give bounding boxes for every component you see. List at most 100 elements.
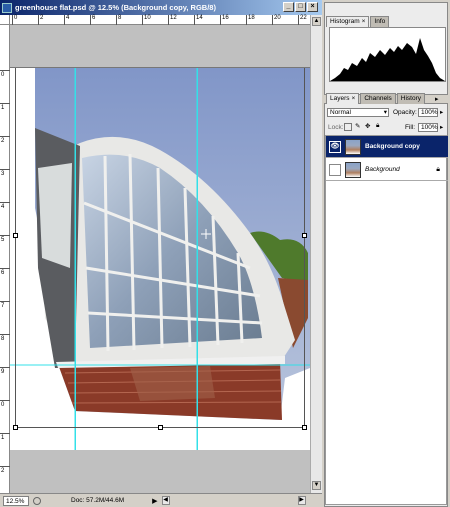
photoshop-doc-icon — [2, 2, 12, 13]
tab-info[interactable]: Info — [370, 16, 390, 27]
ruler-label: 14 — [196, 15, 203, 21]
lock-all-icon[interactable]: 🔒︎ — [376, 122, 379, 130]
blend-mode-select[interactable]: Normal ▾ — [327, 108, 389, 117]
ruler-tick — [0, 70, 10, 71]
ruler-label: 18 — [248, 15, 255, 21]
layer-row-background[interactable]: Background 🔒︎ — [326, 159, 448, 181]
tab-history[interactable]: History — [396, 93, 426, 104]
scroll-down-arrow-icon[interactable]: ▼ — [312, 481, 321, 490]
ruler-label: 22 — [300, 15, 307, 21]
minimize-button[interactable]: _ — [283, 2, 294, 12]
scroll-left-arrow-icon[interactable]: ◀ — [161, 496, 170, 505]
ruler-label: 8 — [1, 336, 5, 342]
ruler-label: 0 — [14, 15, 18, 21]
layer-thumbnail — [345, 161, 361, 178]
status-info-icon[interactable] — [33, 496, 41, 505]
status-bar: 12.5% Doc: 57.2M/44.6M ▶ ◀ ▶ — [0, 493, 322, 507]
tab-channels[interactable]: Channels — [360, 93, 396, 104]
lock-label: Lock: — [328, 124, 344, 131]
ruler-label: 6 — [92, 15, 96, 21]
fill-label: Fill: — [405, 124, 416, 131]
ruler-label: 2 — [1, 468, 5, 474]
opacity-slider-arrow-icon[interactable]: ▸ — [440, 108, 443, 116]
zoom-field[interactable]: 12.5% — [3, 495, 29, 506]
ruler-tick — [0, 466, 10, 467]
ruler-label: 5 — [1, 237, 5, 243]
transform-handle[interactable] — [302, 233, 307, 238]
panels-dock: Histogram× Info ▲ Layers× Channels Histo… — [322, 0, 450, 507]
pasteboard — [10, 25, 310, 68]
maximize-button[interactable]: □ — [295, 2, 306, 12]
tab-histogram[interactable]: Histogram × — [326, 16, 370, 27]
ruler-label: 7 — [1, 303, 5, 309]
ruler-tick — [194, 15, 195, 25]
ruler-tick — [0, 334, 10, 335]
close-tab-icon[interactable]: × — [362, 18, 366, 25]
ruler-tick — [0, 235, 10, 236]
horizontal-ruler[interactable]: 0 2 4 6 8 10 12 14 16 18 20 22 — [0, 15, 310, 25]
layer-name: Background — [365, 166, 400, 173]
ruler-label: 2 — [1, 138, 5, 144]
status-menu-arrow-icon[interactable]: ▶ — [152, 497, 157, 505]
layer-row-background-copy[interactable]: 👁︎ Background copy — [326, 136, 448, 158]
document-title-bar[interactable]: greenhouse flat.psd @ 12.5% (Background … — [0, 0, 322, 15]
ruler-label: 0 — [1, 72, 5, 78]
ruler-tick — [0, 136, 10, 137]
ruler-tick — [0, 433, 10, 434]
ruler-label: 20 — [274, 15, 281, 21]
ruler-tick — [0, 202, 10, 203]
scroll-right-arrow-icon[interactable]: ▶ — [297, 496, 306, 505]
ruler-tick — [116, 15, 117, 25]
ruler-tick — [0, 268, 10, 269]
fill-slider-arrow-icon[interactable]: ▸ — [440, 123, 443, 131]
ruler-label: 4 — [66, 15, 70, 21]
panel-menu-icon[interactable]: ▸ — [435, 95, 439, 103]
transform-handle[interactable] — [302, 425, 307, 430]
transform-handle[interactable] — [13, 233, 18, 238]
ruler-tick — [142, 15, 143, 25]
ruler-tick — [0, 367, 10, 368]
close-button[interactable]: × — [307, 2, 318, 12]
pasteboard — [10, 450, 310, 493]
ruler-tick — [246, 15, 247, 25]
ruler-label: 12 — [170, 15, 177, 21]
ruler-origin[interactable] — [0, 15, 10, 25]
transform-handle[interactable] — [158, 425, 163, 430]
vertical-ruler[interactable]: 0 1 2 3 4 5 6 7 8 9 0 1 2 — [0, 25, 10, 493]
close-tab-icon[interactable]: × — [352, 95, 356, 102]
ruler-tick — [220, 15, 221, 25]
layers-list: 👁︎ Background copy Background 🔒︎ — [325, 135, 448, 505]
document-window: greenhouse flat.psd @ 12.5% (Background … — [0, 0, 322, 507]
ruler-label: 9 — [1, 369, 5, 375]
visibility-eye-icon[interactable]: 👁︎ — [329, 140, 341, 153]
histogram-graph — [329, 27, 446, 82]
layers-tabs: Layers × Channels History — [326, 93, 426, 104]
ruler-label: 8 — [118, 15, 122, 21]
layer-lock-icon: 🔒︎ — [436, 165, 440, 173]
tab-layers[interactable]: Layers × — [326, 93, 360, 104]
ruler-tick — [90, 15, 91, 25]
transform-bounding-box[interactable] — [15, 43, 305, 428]
vertical-scrollbar[interactable]: ▲ ▼ — [310, 15, 322, 493]
ruler-label: 16 — [222, 15, 229, 21]
opacity-field[interactable]: 100% — [418, 108, 438, 117]
ruler-tick — [168, 15, 169, 25]
lock-transparent-icon[interactable] — [344, 123, 352, 131]
ruler-label: 1 — [1, 435, 5, 441]
histogram-chart — [330, 38, 445, 81]
lock-paint-icon[interactable]: ✎ — [355, 122, 360, 130]
scroll-up-arrow-icon[interactable]: ▲ — [312, 17, 321, 26]
histogram-tabs: Histogram × Info — [326, 16, 390, 27]
transform-handle[interactable] — [13, 425, 18, 430]
chevron-down-icon: ▾ — [383, 109, 387, 116]
ruler-label: 6 — [1, 270, 5, 276]
visibility-toggle-icon[interactable] — [329, 163, 341, 176]
ruler-tick — [12, 15, 13, 25]
ruler-label: 1 — [1, 105, 5, 111]
ruler-label: 10 — [144, 15, 151, 21]
ruler-tick — [272, 15, 273, 25]
lock-move-icon[interactable]: ✥ — [365, 122, 370, 130]
fill-field[interactable]: 100% — [418, 123, 438, 132]
canvas-area[interactable] — [10, 25, 310, 493]
ruler-label: 4 — [1, 204, 5, 210]
